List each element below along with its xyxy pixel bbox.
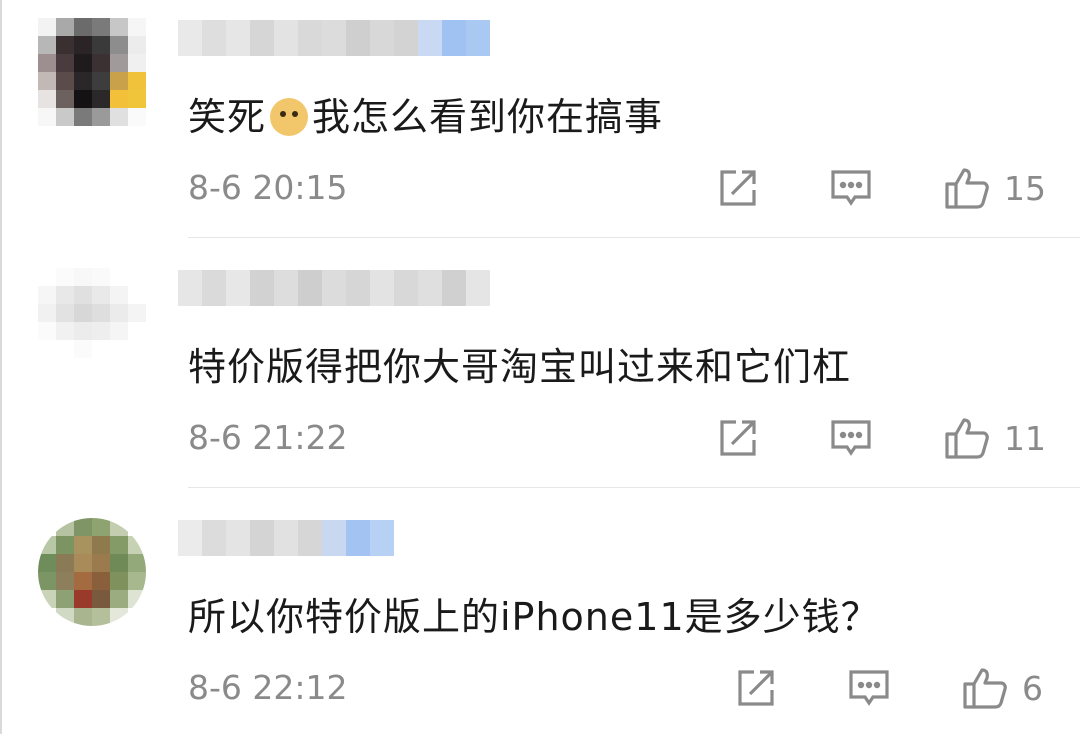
comment-item: 所以你特价版上的iPhone11是多少钱？ 8-6 22:12 6 <box>0 500 1080 750</box>
reply-button[interactable] <box>830 418 872 458</box>
username-blurred[interactable] <box>178 520 394 556</box>
like-count: 15 <box>1004 168 1046 208</box>
username-blurred[interactable] <box>178 20 490 56</box>
like-count: 11 <box>1004 418 1046 458</box>
avatar[interactable] <box>38 268 146 376</box>
comment-actions: 6 <box>736 660 1046 716</box>
thumbs-up-icon <box>945 168 989 209</box>
divider <box>188 237 1080 238</box>
share-button[interactable] <box>718 418 758 458</box>
username-blurred[interactable] <box>178 270 490 306</box>
reply-button[interactable] <box>848 668 890 708</box>
thumbs-up-icon <box>963 668 1007 709</box>
share-icon <box>720 420 756 456</box>
share-icon <box>738 670 774 706</box>
comment-item: 特价版得把你大哥淘宝叫过来和它们杠 8-6 21:22 11 <box>0 250 1080 500</box>
comment-text: 所以你特价版上的iPhone11是多少钱？ <box>188 595 880 639</box>
avatar[interactable] <box>38 18 146 126</box>
reply-button[interactable] <box>830 168 872 208</box>
like-button[interactable]: 6 <box>962 666 1046 710</box>
share-button[interactable] <box>718 168 758 208</box>
comment-actions: 15 <box>718 160 1046 216</box>
avatar[interactable] <box>38 518 146 626</box>
share-button[interactable] <box>736 668 776 708</box>
comment-actions: 11 <box>718 410 1046 466</box>
doge-emoji <box>270 98 309 136</box>
comment-time: 8-6 20:15 <box>188 168 348 207</box>
divider <box>188 487 1080 488</box>
like-button[interactable]: 11 <box>944 416 1046 460</box>
comment-time: 8-6 21:22 <box>188 418 348 457</box>
like-count: 6 <box>1022 668 1043 708</box>
thumbs-up-icon <box>945 418 989 459</box>
comment-time: 8-6 22:12 <box>188 668 348 707</box>
comment-item: 笑死 我怎么看到你在搞事 8-6 20:15 15 <box>0 0 1080 250</box>
like-button[interactable]: 15 <box>944 166 1046 210</box>
comment-icon <box>849 670 889 706</box>
share-icon <box>720 170 756 206</box>
comment-text: 笑死 我怎么看到你在搞事 <box>188 95 664 139</box>
comment-text: 特价版得把你大哥淘宝叫过来和它们杠 <box>188 345 852 389</box>
comment-icon <box>831 420 871 456</box>
comment-icon <box>831 170 871 206</box>
